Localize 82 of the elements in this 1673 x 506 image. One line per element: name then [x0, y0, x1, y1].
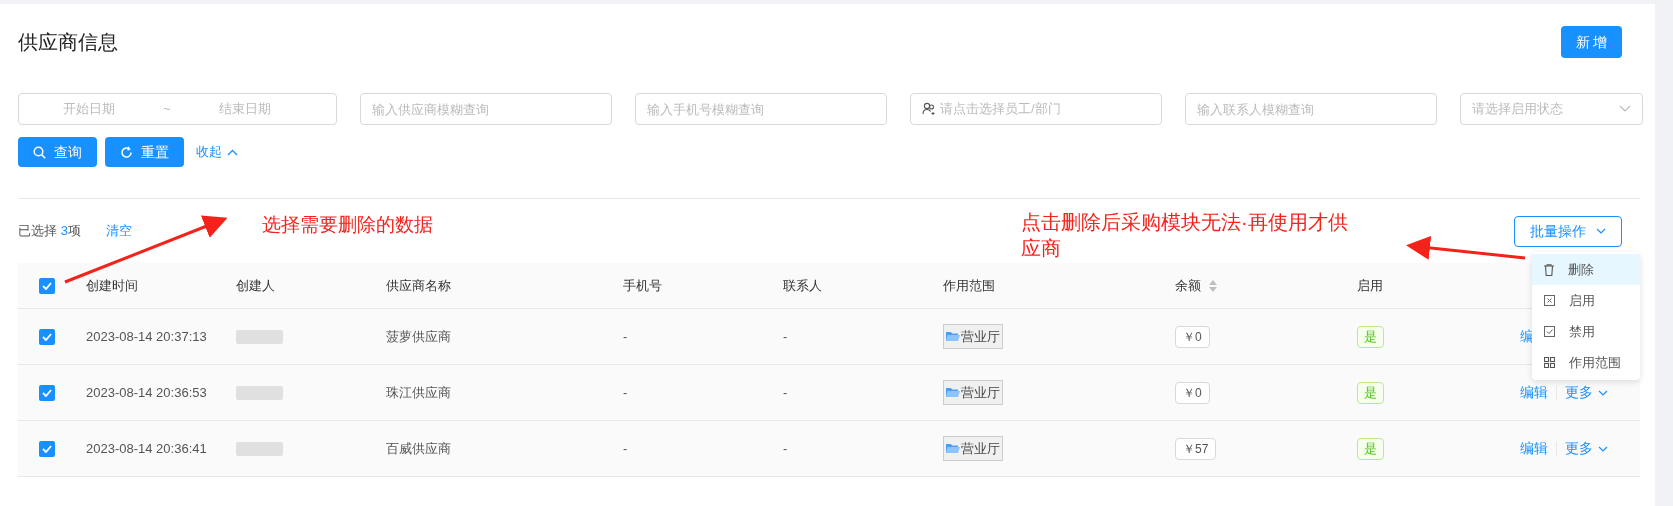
check-icon — [42, 388, 52, 397]
start-date-input[interactable]: 开始日期 — [19, 99, 159, 119]
selection-count: 已选择 3项 — [18, 222, 81, 241]
status-select[interactable]: 请选择启用状态 — [1460, 93, 1643, 125]
menu-item[interactable]: 启用 — [1532, 285, 1640, 316]
scope-tag: 营业厅 — [943, 436, 1003, 461]
more-link[interactable]: 更多 — [1565, 382, 1608, 403]
menu-item[interactable]: 删除 — [1532, 254, 1640, 285]
date-range-field[interactable]: 开始日期 ~ 结束日期 — [18, 93, 337, 125]
column-header: 手机号 — [623, 276, 662, 295]
supplier-search-field[interactable]: 输入供应商模糊查询 — [360, 93, 612, 125]
add-button[interactable]: 新 增 — [1561, 26, 1622, 58]
folder-icon — [946, 387, 960, 398]
phone-search-field[interactable]: 输入手机号模糊查询 — [635, 93, 887, 125]
collapse-link[interactable]: 收起 — [196, 142, 238, 162]
scope-tag: 营业厅 — [943, 324, 1003, 349]
check-icon — [42, 444, 52, 453]
reset-button[interactable]: 重置 — [105, 137, 184, 167]
column-header: 联系人 — [783, 276, 822, 295]
table-cell-text: - — [783, 383, 788, 402]
column-header: 供应商名称 — [386, 276, 451, 295]
contact-search-field[interactable]: 输入联系人模糊查询 — [1185, 93, 1437, 125]
folder-icon — [946, 443, 960, 454]
people-icon — [922, 102, 936, 116]
table-cell-text: 珠江供应商 — [386, 383, 451, 402]
more-link[interactable]: 更多 — [1565, 438, 1608, 459]
table-cell-text: - — [623, 383, 628, 402]
search-icon — [33, 145, 46, 159]
staff-picker-field[interactable]: 请点击选择员工/部门 — [910, 93, 1162, 125]
chevron-down-icon — [1598, 389, 1608, 396]
chevron-down-icon — [1598, 445, 1608, 452]
balance-tag: ￥0 — [1175, 325, 1210, 348]
sort-icon — [1209, 279, 1217, 292]
status-tag: 是 — [1357, 325, 1384, 348]
grid-icon — [1544, 357, 1555, 368]
table-cell-text: 2023-08-14 20:37:13 — [86, 327, 207, 346]
page-title: 供应商信息 — [18, 30, 118, 55]
trash-icon — [1544, 263, 1554, 276]
check-icon — [42, 332, 52, 341]
table-cell-text: - — [623, 439, 628, 458]
checkbox[interactable] — [39, 440, 55, 457]
check-box-icon — [1544, 326, 1555, 337]
status-input[interactable]: 请选择启用状态 — [1472, 99, 1602, 119]
table-cell-text: - — [623, 327, 628, 346]
clear-link[interactable]: 清空 — [105, 221, 132, 241]
status-tag: 是 — [1357, 437, 1384, 460]
checkbox[interactable] — [39, 277, 55, 294]
end-date-input[interactable]: 结束日期 — [174, 99, 315, 119]
staff-input[interactable]: 请点击选择员工/部门 — [940, 99, 1150, 119]
refresh-icon — [120, 145, 133, 159]
chevron-down-icon — [1596, 228, 1606, 234]
table-cell-text: 2023-08-14 20:36:41 — [86, 439, 207, 458]
column-header: 余额 — [1175, 276, 1201, 295]
table-cell-text: 2023-08-14 20:36:53 — [86, 383, 207, 402]
balance-tag: ￥0 — [1175, 381, 1210, 404]
batch-actions-button[interactable]: 批量操作 — [1514, 215, 1622, 247]
range-separator: ~ — [162, 100, 172, 119]
menu-item[interactable]: 作用范围 — [1532, 347, 1640, 378]
menu-item[interactable]: 禁用 — [1532, 316, 1640, 347]
table-cell-text: - — [783, 439, 788, 458]
status-tag: 是 — [1357, 381, 1384, 404]
scope-tag: 营业厅 — [943, 380, 1003, 405]
check-icon — [42, 281, 52, 290]
folder-icon — [946, 331, 960, 342]
edit-link[interactable]: 编辑 — [1520, 382, 1548, 403]
annotation-text: 选择需要删除的数据 — [262, 213, 433, 237]
chevron-down-icon — [1619, 105, 1631, 113]
search-button[interactable]: 查询 — [18, 137, 97, 167]
checkbox[interactable] — [39, 328, 55, 345]
table-cell-text: 菠萝供应商 — [386, 327, 451, 346]
table-cell-text: - — [783, 327, 788, 346]
x-box-icon — [1544, 295, 1555, 306]
column-header: 创建时间 — [86, 276, 138, 295]
edit-link[interactable]: 编辑 — [1520, 438, 1548, 459]
chevron-up-icon — [227, 148, 238, 156]
balance-tag: ￥57 — [1175, 437, 1217, 460]
column-header: 作用范围 — [943, 276, 995, 295]
table-cell-text: 百威供应商 — [386, 439, 451, 458]
checkbox[interactable] — [39, 384, 55, 401]
column-header: 启用 — [1357, 276, 1383, 295]
annotation-text: 点击删除后采购模块无法·再使用才供应商 — [1021, 210, 1349, 261]
column-header: 创建人 — [236, 276, 275, 295]
